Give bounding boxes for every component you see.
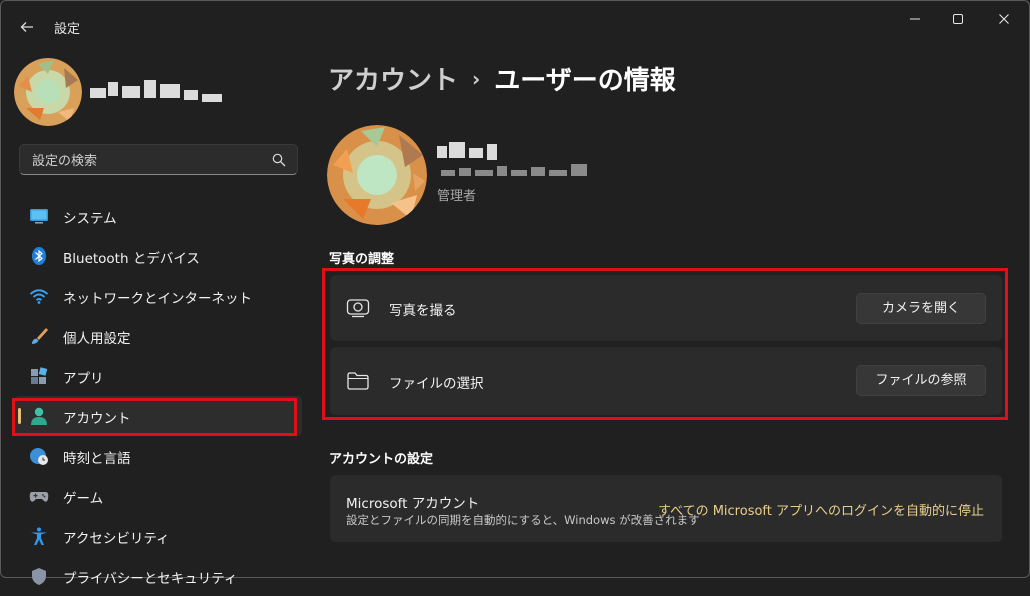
photo-section-title: 写真の調整 (329, 252, 395, 267)
maximize-button[interactable] (940, 8, 976, 30)
brush-icon (32, 328, 48, 344)
profile-username-blur (437, 142, 587, 176)
minimize-icon (910, 18, 920, 20)
sidebar-item-label: アプリ (63, 371, 104, 387)
globe-clock-icon (30, 448, 48, 465)
breadcrumb: アカウント › ユーザーの情報 (328, 60, 676, 97)
sidebar-item-apps[interactable]: アプリ (14, 356, 302, 396)
sidebar-item-label: ゲーム (63, 491, 104, 507)
sidebar-item-time-language[interactable]: 時刻と言語 (14, 436, 302, 476)
account-settings-title: アカウントの設定 (329, 452, 434, 467)
minimize-button[interactable] (897, 8, 933, 30)
sidebar-item-label: Bluetooth とデバイス (63, 251, 200, 267)
sidebar-username-blur (90, 80, 222, 102)
close-icon (999, 14, 1009, 24)
sidebar-item-privacy[interactable]: プライバシーとセキュリティ (14, 556, 302, 596)
sidebar-item-gaming[interactable]: ゲーム (14, 476, 302, 516)
sidebar-item-label: システム (63, 211, 117, 227)
apps-icon (31, 367, 48, 384)
accessibility-icon (31, 527, 47, 545)
sidebar-item-system[interactable]: システム (14, 196, 302, 236)
system-icon (30, 209, 48, 224)
sidebar-nav: システム Bluetooth とデバイス ネットワークとインターネット 個人用設… (14, 196, 302, 596)
page-title: ユーザーの情報 (494, 66, 676, 96)
annotation-highlight-photo (322, 268, 1008, 420)
sidebar-item-label: 時刻と言語 (63, 451, 131, 467)
wifi-icon (29, 289, 49, 304)
sidebar-item-label: アクセシビリティ (63, 531, 170, 547)
search-box[interactable] (19, 144, 298, 175)
sidebar-item-personalization[interactable]: 個人用設定 (14, 316, 302, 356)
microsoft-account-description: 設定とファイルの同期を自動的にすると、Windows が改善されます (346, 513, 700, 527)
stop-auto-signin-link[interactable]: すべての Microsoft アプリへのログインを自動的に停止 (658, 500, 984, 519)
profile-avatar (327, 125, 427, 225)
sidebar-item-label: 個人用設定 (63, 331, 131, 347)
account-role: 管理者 (437, 189, 477, 204)
maximize-icon (953, 14, 963, 24)
shield-icon (32, 568, 46, 585)
sidebar-item-label: プライバシーとセキュリティ (63, 571, 238, 587)
annotation-highlight-accounts (12, 398, 297, 436)
gamepad-icon (29, 492, 49, 502)
microsoft-account-title: Microsoft アカウント (346, 496, 480, 512)
breadcrumb-separator: › (472, 67, 481, 91)
back-button[interactable] (14, 14, 40, 40)
title-bar: 設定 (0, 0, 1030, 50)
window-title: 設定 (54, 22, 81, 37)
back-arrow-icon (20, 22, 33, 32)
sidebar-item-bluetooth[interactable]: Bluetooth とデバイス (14, 236, 302, 276)
sidebar-item-label: ネットワークとインターネット (63, 291, 252, 307)
sidebar-avatar (14, 58, 82, 126)
sidebar-item-network[interactable]: ネットワークとインターネット (14, 276, 302, 316)
search-icon[interactable] (272, 153, 286, 167)
close-button[interactable] (986, 8, 1022, 30)
breadcrumb-parent[interactable]: アカウント (328, 66, 458, 96)
bluetooth-icon (32, 247, 46, 265)
sidebar-item-accessibility[interactable]: アクセシビリティ (14, 516, 302, 556)
search-input[interactable] (30, 151, 274, 171)
